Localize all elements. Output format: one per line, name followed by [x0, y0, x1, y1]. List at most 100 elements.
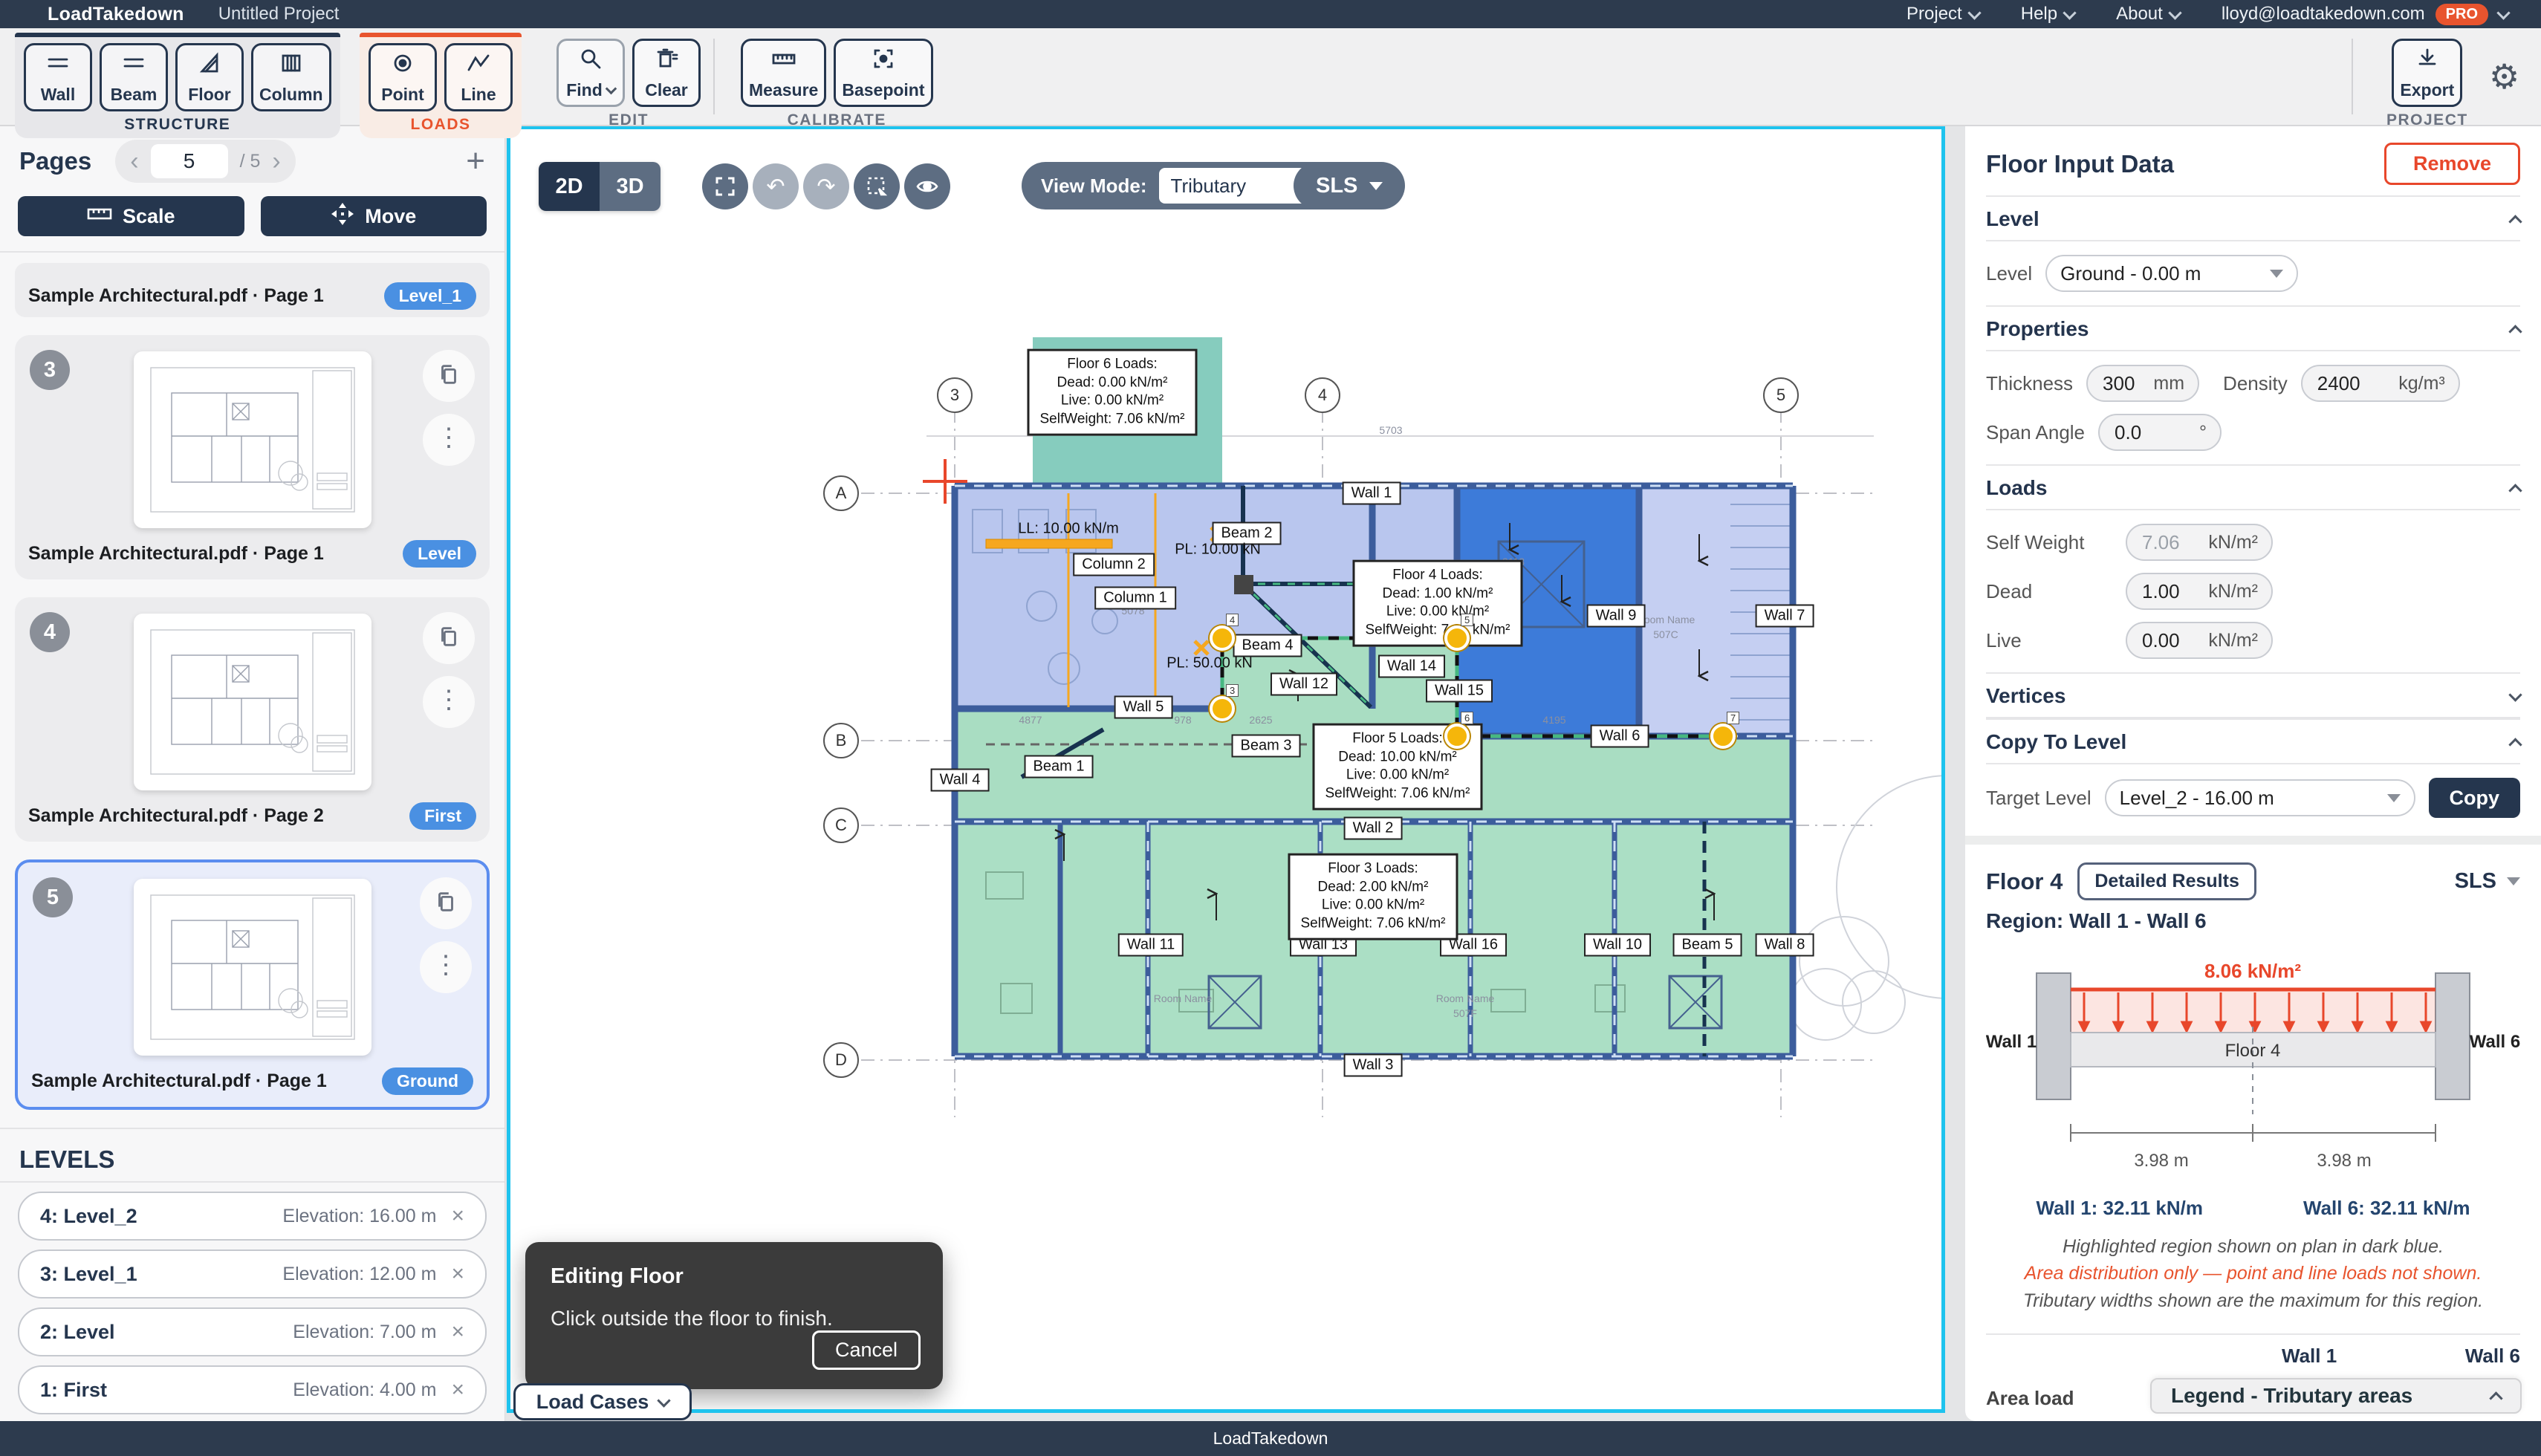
- duplicate-page-button[interactable]: [423, 350, 475, 402]
- level-select[interactable]: Ground - 0.00 m: [2045, 255, 2298, 292]
- plan-label-wall-15[interactable]: Wall 15: [1426, 680, 1493, 703]
- drawing-canvas[interactable]: 345ABCD570331135078487797826254195Room N…: [507, 126, 1945, 1413]
- gear-icon[interactable]: ⚙: [2489, 56, 2519, 97]
- line-button[interactable]: Line: [444, 43, 513, 111]
- detailed-results-button[interactable]: Detailed Results: [2077, 862, 2256, 900]
- fit-view-button[interactable]: [702, 163, 748, 209]
- self-weight-field[interactable]: kN/m²: [2126, 524, 2273, 561]
- delete-level-icon[interactable]: ×: [451, 1379, 464, 1401]
- menu-help[interactable]: Help: [2021, 4, 2074, 25]
- floor-vertex-6[interactable]: 6: [1444, 724, 1470, 749]
- plan-label-wall-8[interactable]: Wall 8: [1756, 934, 1814, 957]
- page-thumbnail[interactable]: [134, 879, 371, 1056]
- basepoint-button[interactable]: Basepoint: [834, 39, 932, 107]
- point-button[interactable]: Point: [369, 43, 437, 111]
- floor-loads-box-floor-3-loads-[interactable]: Floor 3 Loads:Dead: 2.00 kN/m²Live: 0.00…: [1288, 854, 1458, 940]
- wall-button[interactable]: Wall: [24, 43, 92, 111]
- move-button[interactable]: Move: [261, 196, 487, 236]
- page-thumbnail[interactable]: [134, 351, 371, 528]
- pager-current[interactable]: 5: [151, 144, 228, 178]
- pager-prev-icon[interactable]: ‹: [130, 149, 138, 174]
- scale-button[interactable]: Scale: [18, 196, 244, 236]
- level-item-3[interactable]: 3: Level_1Elevation: 12.00 m×: [18, 1249, 487, 1299]
- duplicate-page-button[interactable]: [420, 877, 472, 929]
- live-field[interactable]: kN/m²: [2126, 622, 2273, 659]
- plan-label-beam-5[interactable]: Beam 5: [1673, 934, 1742, 957]
- toggle-3d[interactable]: 3D: [600, 162, 661, 211]
- load-input[interactable]: [2141, 579, 2202, 604]
- floor-vertex-4[interactable]: 4: [1210, 625, 1235, 651]
- delete-level-icon[interactable]: ×: [451, 1321, 464, 1343]
- section-copy-to-level[interactable]: Copy To Level: [1986, 718, 2520, 764]
- project-name[interactable]: Untitled Project: [218, 4, 340, 25]
- load-input[interactable]: [2141, 530, 2202, 555]
- marquee-select-button[interactable]: [854, 163, 900, 209]
- undo-button[interactable]: ↶: [753, 163, 799, 209]
- plan-label-wall-11[interactable]: Wall 11: [1118, 934, 1184, 957]
- level-item-4[interactable]: 4: Level_2Elevation: 16.00 m×: [18, 1192, 487, 1241]
- floor-button[interactable]: Floor: [175, 43, 244, 111]
- thickness-input[interactable]: [2101, 371, 2147, 396]
- plan-label-beam-3[interactable]: Beam 3: [1232, 735, 1301, 758]
- target-level-select[interactable]: Level_2 - 16.00 m: [2105, 779, 2415, 816]
- plan-label-wall-1[interactable]: Wall 1: [1343, 482, 1401, 505]
- menu-project[interactable]: Project: [1906, 4, 1979, 25]
- floor-vertex-5[interactable]: 5: [1444, 625, 1470, 651]
- results-combo-select[interactable]: SLS: [2455, 869, 2520, 894]
- page-menu-button[interactable]: ⋮: [423, 676, 475, 728]
- page-card-partial[interactable]: Sample Architectural.pdf · Page 1 Level_…: [15, 263, 490, 317]
- density-input[interactable]: [2316, 371, 2393, 396]
- add-page-icon[interactable]: +: [466, 145, 485, 178]
- view-dimension-toggle[interactable]: 2D 3D: [539, 162, 661, 211]
- thickness-field[interactable]: mm: [2086, 365, 2199, 402]
- load-combo-select[interactable]: SLS: [1294, 162, 1405, 209]
- floor-loads-box-floor-4-loads-[interactable]: Floor 4 Loads:Dead: 1.00 kN/m²Live: 0.00…: [1352, 560, 1522, 647]
- plan-label-wall-6[interactable]: Wall 6: [1591, 725, 1649, 748]
- duplicate-page-button[interactable]: [423, 612, 475, 664]
- cancel-button[interactable]: Cancel: [812, 1330, 921, 1370]
- plan-label-column-1[interactable]: Column 1: [1094, 587, 1176, 610]
- visibility-button[interactable]: [904, 163, 950, 209]
- beam-button[interactable]: Beam: [100, 43, 168, 111]
- plan-label-beam-1[interactable]: Beam 1: [1025, 755, 1094, 779]
- plan-label-wall-12[interactable]: Wall 12: [1270, 673, 1337, 696]
- plan-label-wall-9[interactable]: Wall 9: [1587, 605, 1646, 628]
- plan-label-wall-7[interactable]: Wall 7: [1756, 605, 1814, 628]
- menu-about[interactable]: About: [2116, 4, 2180, 25]
- density-field[interactable]: kg/m³: [2301, 365, 2460, 402]
- remove-button[interactable]: Remove: [2384, 143, 2520, 185]
- measure-button[interactable]: Measure: [741, 39, 826, 107]
- plan-label-wall-5[interactable]: Wall 5: [1114, 696, 1173, 719]
- floor-vertex-7[interactable]: 7: [1710, 724, 1736, 749]
- page-thumbnail[interactable]: [134, 614, 371, 790]
- dead-field[interactable]: kN/m²: [2126, 573, 2273, 610]
- page-card-4[interactable]: 4⋮Sample Architectural.pdf · Page 2First: [15, 597, 490, 842]
- section-properties[interactable]: Properties: [1986, 305, 2520, 351]
- plan-label-beam-4[interactable]: Beam 4: [1233, 634, 1302, 657]
- export-button[interactable]: Export: [2392, 39, 2462, 107]
- section-loads[interactable]: Loads: [1986, 464, 2520, 510]
- delete-level-icon[interactable]: ×: [451, 1205, 464, 1227]
- delete-level-icon[interactable]: ×: [451, 1263, 464, 1285]
- page-card-3[interactable]: 3⋮Sample Architectural.pdf · Page 1Level: [15, 335, 490, 579]
- section-level[interactable]: Level: [1986, 195, 2520, 241]
- plan-label-wall-10[interactable]: Wall 10: [1584, 934, 1651, 957]
- plan-label-column-2[interactable]: Column 2: [1073, 553, 1155, 576]
- plan-label-wall-4[interactable]: Wall 4: [931, 769, 990, 792]
- copy-button[interactable]: Copy: [2429, 778, 2521, 818]
- account-menu[interactable]: lloyd@loadtakedown.com PRO: [2222, 4, 2508, 25]
- section-vertices[interactable]: Vertices: [1986, 672, 2520, 718]
- legend-bar[interactable]: Legend - Tributary areas: [2150, 1378, 2522, 1414]
- column-button[interactable]: Column: [251, 43, 331, 111]
- toggle-2d[interactable]: 2D: [539, 162, 600, 211]
- page-card-5[interactable]: 5⋮Sample Architectural.pdf · Page 1Groun…: [15, 859, 490, 1110]
- plan-label-wall-2[interactable]: Wall 2: [1344, 817, 1403, 840]
- floor-vertex-3[interactable]: 3: [1210, 696, 1235, 721]
- level-item-1[interactable]: 1: FirstElevation: 4.00 m×: [18, 1365, 487, 1414]
- load-input[interactable]: [2141, 628, 2202, 653]
- page-menu-button[interactable]: ⋮: [423, 414, 475, 466]
- span-angle-input[interactable]: [2113, 420, 2193, 445]
- load-cases-button[interactable]: Load Cases: [513, 1383, 692, 1420]
- find-button[interactable]: Find: [556, 39, 625, 107]
- plan-label-wall-14[interactable]: Wall 14: [1378, 655, 1445, 678]
